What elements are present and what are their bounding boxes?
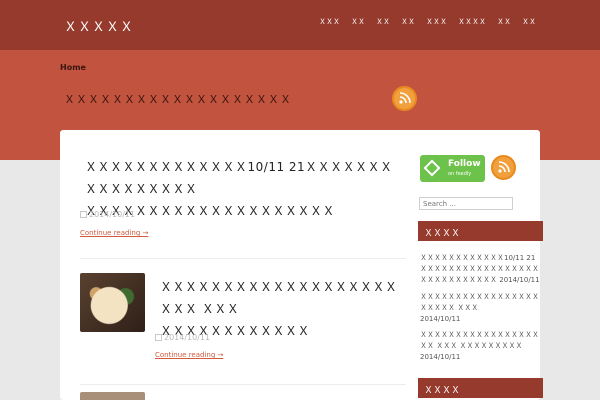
recent-post-item[interactable]: ＸＸＸＸＸＸＸＸＸＸＸＸ10/11 21ＸＸＸＸＸＸＸＸＸＸＸＸＸＸＸＸＸＸＸＸ… [420,253,540,286]
nav-item[interactable]: ＸＸ [497,17,511,27]
continue-reading-link[interactable]: Continue reading → [155,351,223,359]
nav-item[interactable]: ＸＸＸ [426,17,447,27]
calendar-icon [155,334,162,341]
nav-item[interactable]: ＸＸ [376,17,390,27]
recent-post-link[interactable]: ＸＸＸＸＸＸＸＸＸＸＸＸＸＸＸＸＸＸＸ ＸＸＸ ＸＸＸＸＸＸＸＸＸ [420,331,539,350]
post-divider [80,384,406,385]
nav-item[interactable]: ＸＸ [522,17,536,27]
feedly-label: Follow [448,159,481,169]
recent-post-date: 2014/10/11 [499,276,540,284]
search-input[interactable] [419,197,513,210]
rss-icon[interactable] [392,86,417,111]
post-title-line[interactable]: ＸＸＸＸＸＸＸＸＸＸＸＸＸＸＸＸＸＸＸＸＸＸ ＸＸＸ [160,276,406,320]
feedly-follow-button[interactable]: Follow on feedly [420,155,485,182]
post-thumbnail[interactable] [80,273,145,332]
calendar-icon [80,211,87,218]
nav-item[interactable]: ＸＸＸＸ [458,17,486,27]
rss-icon[interactable] [491,155,516,180]
nav-item[interactable]: ＸＸＸ [319,17,340,27]
feedly-icon [423,159,441,177]
main-nav: ＸＸＸ ＸＸ ＸＸ ＸＸ ＸＸＸ ＸＸＸＸ ＸＸ ＸＸ [319,17,536,27]
post-date-text[interactable]: 2014/10/11 [164,333,210,342]
post-thumbnail[interactable] [80,392,145,400]
site-title[interactable]: ＸＸＸＸＸ [64,16,134,35]
nav-item[interactable]: ＸＸ [351,17,365,27]
widget-heading-recent: ＸＸＸＸ [418,221,543,241]
post-divider [80,258,406,259]
post-date: 2014/10/11 [155,333,210,342]
nav-item[interactable]: ＸＸ [401,17,415,27]
post-date-text[interactable]: 2014/10/11 [89,210,135,219]
breadcrumb[interactable]: Home [60,63,86,72]
post-date: 2014/10/11 [80,210,135,219]
recent-post-date: 2014/10/11 [420,315,461,323]
feedly-sublabel: on feedly [448,171,472,177]
recent-post-link[interactable]: ＸＸＸＸＸＸＸＸＸＸＸＸＸＸＸＸＸＸＸＸＸＸ ＸＸＸ [420,293,539,312]
widget-heading: ＸＸＸＸ [418,378,543,398]
continue-reading-link[interactable]: Continue reading → [80,229,148,237]
recent-post-item[interactable]: ＸＸＸＸＸＸＸＸＸＸＸＸＸＸＸＸＸＸＸＸＸＸ ＸＸＸ 2014/10/11 [420,292,540,325]
post-title-line[interactable]: ＸＸＸＸＸＸＸＸＸＸＸＸＸ10/11 21ＸＸＸＸＸＸＸＸＸＸＸＸＸＸＸＸ [85,156,405,200]
recent-post-item[interactable]: ＸＸＸＸＸＸＸＸＸＸＸＸＸＸＸＸＸＸＸ ＸＸＸ ＸＸＸＸＸＸＸＸＸ 2014/1… [420,330,540,363]
recent-post-date: 2014/10/11 [420,353,461,361]
site-header: ＸＸＸＸＸ ＸＸＸ ＸＸ ＸＸ ＸＸ ＸＸＸ ＸＸＸＸ ＸＸ ＸＸ [0,0,600,50]
page-title: ＸＸＸＸＸＸＸＸＸＸＸＸＸＸＸＸＸＸＸ [64,93,292,106]
